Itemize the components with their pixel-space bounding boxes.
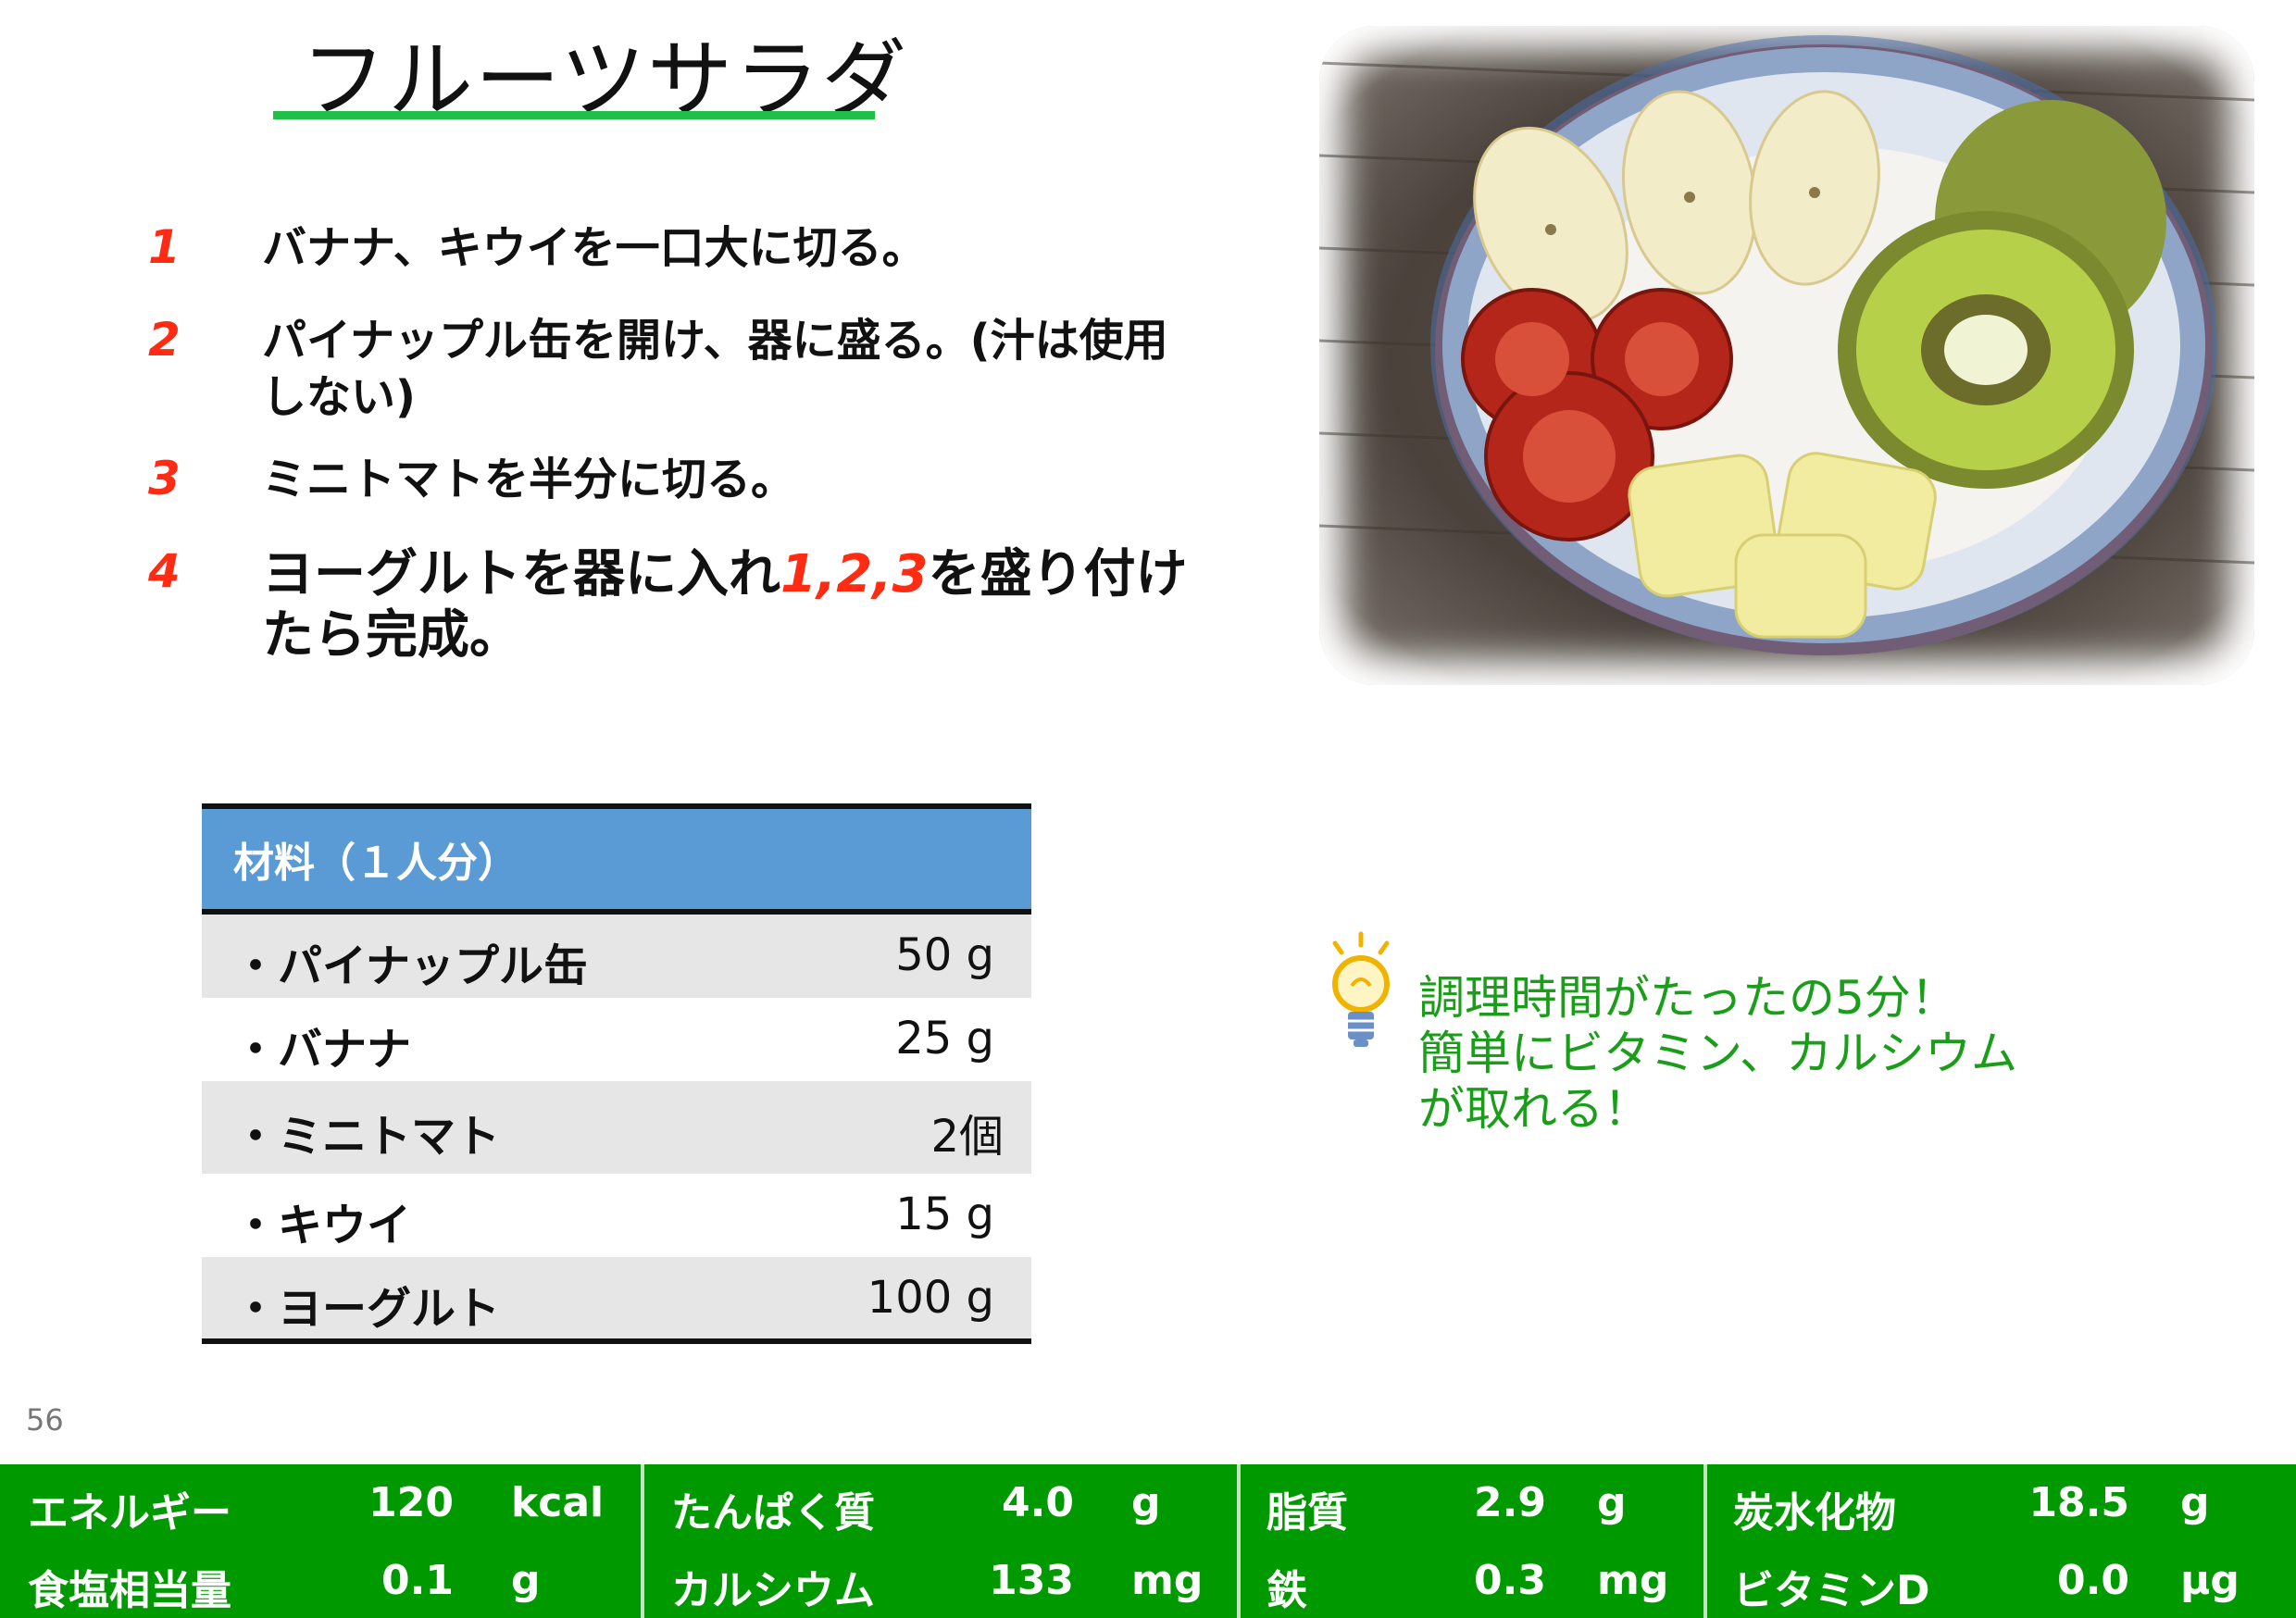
step-text: ミニトマトを半分に切る。 <box>262 454 796 505</box>
ingredient-amount: 50 g <box>895 929 994 981</box>
step-text: バナナ、キウイを一口大に切る。 <box>262 222 927 274</box>
tip-line: 簡単にビタミン、カルシウム <box>1418 1027 2017 1080</box>
nutrient-unit: g <box>1131 1479 1161 1526</box>
ingredient-name: ・バナナ <box>233 1024 412 1076</box>
nutrient-label: ビタミンD <box>1733 1567 1930 1614</box>
ingredient-amount: 100 g <box>867 1272 994 1324</box>
tip-line: 調理時間がたったの5分！ <box>1418 971 1957 1025</box>
ingredients-table: 材料（１人分） ・パイナップル缶 50 g ・バナナ 25 g ・ミニトマト 2… <box>202 803 1031 1344</box>
nutrient-value: 2.9 <box>1474 1479 1546 1526</box>
nutrient-unit: kcal <box>511 1479 605 1526</box>
nutrient-unit: g <box>511 1557 541 1604</box>
column-divider <box>1703 1464 1707 1618</box>
fruit-salad-illustration <box>1319 35 2254 655</box>
ingredient-row: ・ヨーグルト 100 g <box>202 1257 1031 1338</box>
nutrient-label: 炭水化物 <box>1733 1489 1896 1537</box>
ingredient-amount: 15 g <box>895 1189 994 1240</box>
step-refs: 1,2,3 <box>780 544 929 604</box>
nutrient-label: たんぱく質 <box>671 1489 875 1537</box>
nutrient-value: 18.5 <box>2028 1479 2129 1526</box>
nutrient-value: 0.3 <box>1474 1557 1546 1604</box>
nutrition-bar: エネルギー 120 kcal たんぱく質 4.0 g 脂質 2.9 g 炭水化物… <box>0 1464 2296 1618</box>
column-divider <box>641 1464 644 1618</box>
ingredient-row: ・バナナ 25 g <box>202 998 1031 1081</box>
step-number: 3 <box>148 452 181 505</box>
nutrient-unit: mg <box>1131 1557 1204 1604</box>
lightbulb-icon <box>1324 930 1398 1064</box>
ingredient-name: ・パイナップル缶 <box>233 940 589 992</box>
nutrient-value: 4.0 <box>1002 1479 1074 1526</box>
column-divider <box>1237 1464 1241 1618</box>
ingredient-name: ・ミニトマト <box>233 1111 501 1163</box>
ingredient-row: ・ミニトマト 2個 <box>202 1081 1031 1174</box>
nutrient-value: 120 <box>368 1479 454 1526</box>
tip-line: が取れる！ <box>1418 1082 1650 1136</box>
nutrient-unit: mg <box>1597 1557 1669 1604</box>
ingredient-name: ・キウイ <box>233 1200 412 1251</box>
step-number: 2 <box>148 313 181 367</box>
step-text-before: ヨーグルトを器に入れ <box>262 544 780 604</box>
nutrient-value: 0.1 <box>381 1557 454 1604</box>
nutrient-label: 脂質 <box>1267 1489 1348 1537</box>
nutrient-value: 133 <box>989 1557 1074 1604</box>
ingredient-row: ・パイナップル缶 50 g <box>202 915 1031 998</box>
nutrient-unit: g <box>1597 1479 1627 1526</box>
nutrient-label: 鉄 <box>1267 1567 1307 1614</box>
nutrient-label: エネルギー <box>28 1489 231 1537</box>
ingredients-header: 材料（１人分） <box>202 803 1031 915</box>
nutrient-unit: μg <box>2180 1557 2240 1604</box>
ingredient-amount: 2個 <box>930 1111 1004 1163</box>
step-number: 4 <box>148 544 181 598</box>
step-number: 1 <box>148 220 181 274</box>
ingredient-name: ・ヨーグルト <box>233 1283 501 1335</box>
nutrient-label: 食塩相当量 <box>28 1567 231 1614</box>
nutrient-unit: g <box>2180 1479 2210 1526</box>
table-bottom-rule <box>202 1338 1031 1344</box>
ingredient-row: ・キウイ 15 g <box>202 1174 1031 1257</box>
ingredient-amount: 25 g <box>895 1013 994 1064</box>
step-text: パイナップル缶を開け、器に盛る。(汁は使用しない) <box>262 315 1168 423</box>
nutrient-label: カルシウム <box>671 1567 875 1614</box>
step-text: ヨーグルトを器に入れ1,2,3を盛り付けたら完成。 <box>262 544 1188 666</box>
page-number: 56 <box>26 1402 64 1438</box>
nutrient-value: 0.0 <box>2057 1557 2129 1604</box>
tip-text: 調理時間がたったの5分！ 簡単にビタミン、カルシウム が取れる！ <box>1418 970 2017 1137</box>
title-underline <box>273 111 875 119</box>
fruit-salad-photo <box>1319 26 2254 685</box>
